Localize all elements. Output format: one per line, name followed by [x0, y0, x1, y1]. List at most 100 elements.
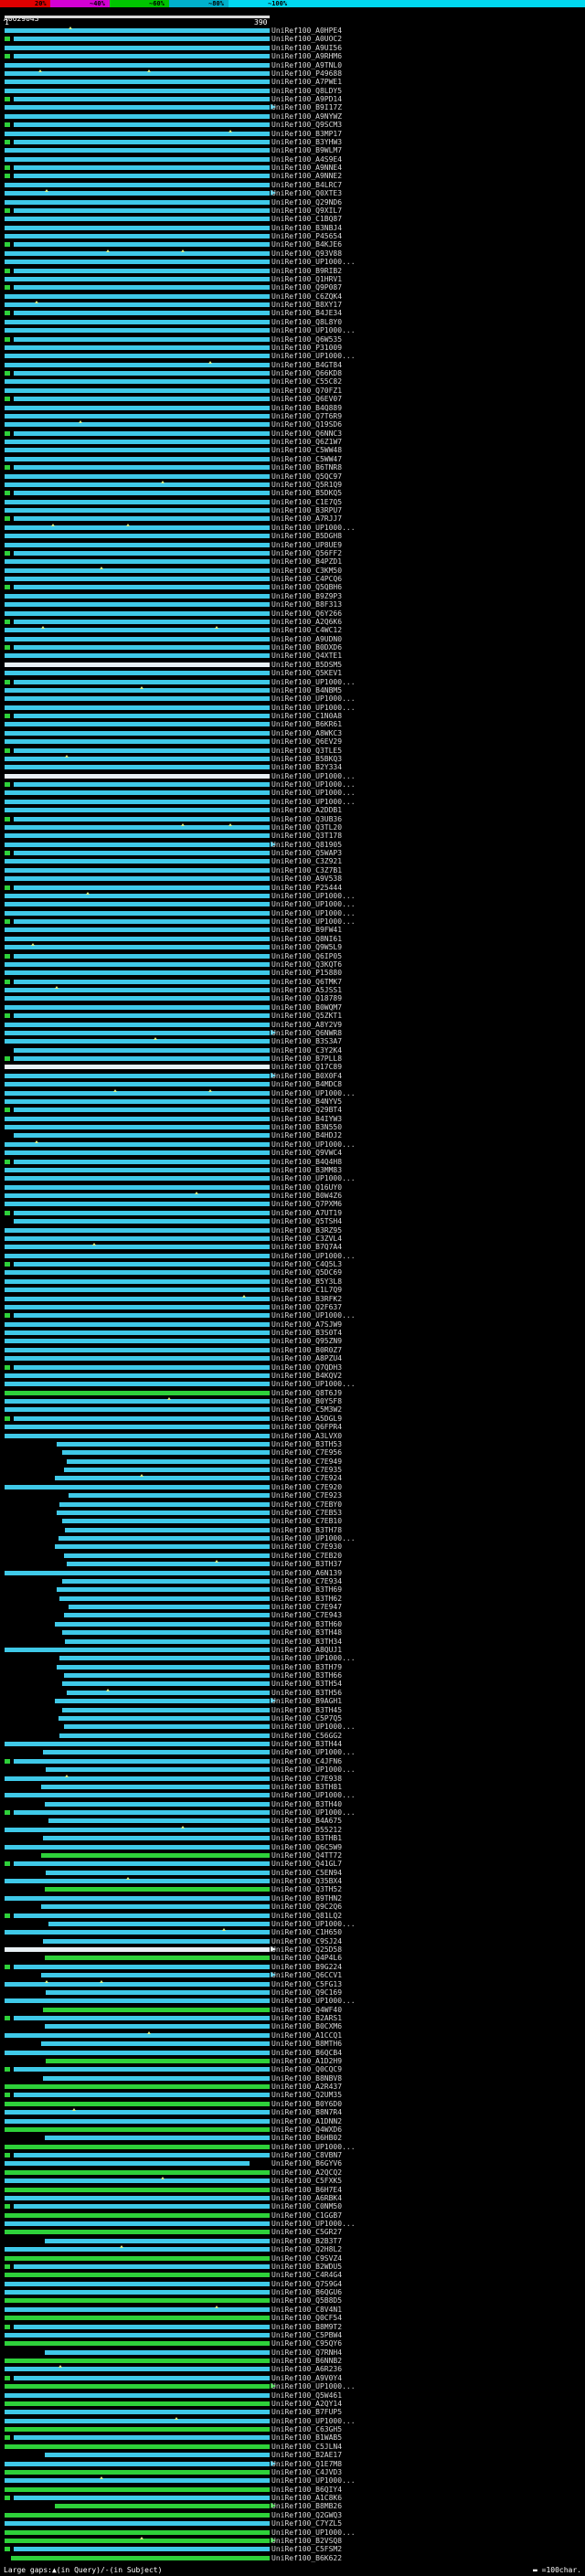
hit-bar[interactable]: [5, 508, 270, 513]
hit-label[interactable]: UniRef100_Q81905: [271, 841, 342, 849]
hit-bar[interactable]: [13, 37, 270, 42]
hit-bar[interactable]: [5, 379, 270, 385]
hit-bar[interactable]: [5, 62, 270, 68]
hit-label[interactable]: UniRef100_C55C82: [271, 377, 342, 386]
hit-bar[interactable]: [5, 1356, 270, 1362]
hit-label[interactable]: UniRef100_Q5WAP3: [271, 849, 342, 857]
hit-bar[interactable]: [63, 1468, 270, 1472]
hit-label[interactable]: UniRef100_C5PBW4: [271, 2331, 342, 2339]
hit-label[interactable]: UniRef100_Q7S9G4: [271, 2280, 342, 2288]
hit-label[interactable]: UniRef100_A2DDB1: [271, 806, 342, 814]
hit-bar[interactable]: [5, 705, 270, 710]
hit-bar[interactable]: [5, 842, 270, 847]
hit-bar[interactable]: [5, 1270, 270, 1276]
hit-bar[interactable]: [5, 2384, 270, 2390]
hit-bar[interactable]: [41, 1852, 270, 1858]
hit-bar[interactable]: [5, 2195, 270, 2200]
hit-bar[interactable]: [5, 2538, 270, 2543]
hit-label[interactable]: UniRef100_C5FG13: [271, 1980, 342, 1988]
hit-label[interactable]: UniRef100_C5JLN4: [271, 2443, 342, 2451]
hit-label[interactable]: UniRef100_UP1000...: [271, 798, 356, 806]
hit-bar[interactable]: [5, 2221, 270, 2226]
hit-label[interactable]: UniRef100_Q66KD8: [271, 369, 342, 377]
hit-label[interactable]: UniRef100_Q5DC69: [271, 1268, 342, 1277]
hit-label[interactable]: UniRef100_A9PD14: [271, 95, 342, 103]
hit-bar[interactable]: [5, 1895, 270, 1901]
hit-bar[interactable]: [5, 610, 270, 616]
hit-label[interactable]: UniRef100_Q7QDH3: [271, 1363, 342, 1372]
hit-bar[interactable]: [5, 2521, 270, 2527]
hit-label[interactable]: UniRef100_UP1000...: [271, 1920, 356, 1928]
hit-label[interactable]: UniRef100_Q95ZN9: [271, 1337, 342, 1345]
hit-bar[interactable]: [43, 1836, 270, 1841]
hit-bar[interactable]: [5, 867, 270, 873]
hit-bar[interactable]: [5, 302, 270, 307]
hit-bar[interactable]: [57, 1664, 270, 1670]
hit-bar[interactable]: [5, 636, 270, 641]
hit-bar[interactable]: [5, 687, 270, 693]
hit-label[interactable]: UniRef100_A9TNL0: [271, 61, 342, 69]
hit-label[interactable]: UniRef100_UP1000...: [271, 772, 356, 780]
hit-label[interactable]: UniRef100_C5GR27: [271, 2228, 342, 2236]
hit-label[interactable]: UniRef100_Q41GL7: [271, 1860, 342, 1868]
hit-bar[interactable]: [5, 790, 270, 796]
hit-bar[interactable]: [13, 851, 270, 855]
hit-label[interactable]: UniRef100_A9NNE4: [271, 164, 342, 172]
hit-bar[interactable]: [5, 2461, 270, 2466]
hit-bar[interactable]: [5, 1570, 270, 1575]
hit-label[interactable]: UniRef100_B4Q4H8: [271, 1158, 342, 1166]
hit-label[interactable]: UniRef100_UP1000...: [271, 2220, 356, 2228]
hit-bar[interactable]: [5, 936, 270, 941]
hit-label[interactable]: UniRef100_B7FUP5: [271, 2408, 342, 2416]
hit-bar[interactable]: [5, 156, 270, 162]
hit-label[interactable]: UniRef100_D55212: [271, 1826, 342, 1834]
hit-label[interactable]: UniRef100_B9I17Z: [271, 103, 342, 111]
hit-bar[interactable]: [13, 207, 270, 213]
hit-bar[interactable]: [5, 1930, 270, 1935]
hit-bar[interactable]: [5, 799, 270, 804]
hit-bar[interactable]: [61, 1681, 270, 1687]
hit-label[interactable]: UniRef100_Q3UB36: [271, 815, 342, 823]
hit-label[interactable]: UniRef100_Q6FPR4: [271, 1423, 342, 1431]
hit-bar[interactable]: [5, 739, 270, 745]
hit-label[interactable]: UniRef100_Q6IP05: [271, 952, 342, 960]
hit-label[interactable]: UniRef100_B2Y334: [271, 763, 342, 771]
hit-label[interactable]: UniRef100_C3KM50: [271, 567, 342, 575]
hit-bar[interactable]: [5, 833, 270, 839]
hit-label[interactable]: UniRef100_C5M3W2: [271, 1405, 342, 1414]
hit-bar[interactable]: [63, 1724, 270, 1730]
hit-label[interactable]: UniRef100_Q8T6J9: [271, 1389, 342, 1397]
hit-bar[interactable]: [5, 893, 270, 898]
hit-label[interactable]: UniRef100_B8MTH6: [271, 2040, 342, 2048]
hit-label[interactable]: UniRef100_Q4P4L6: [271, 1954, 342, 1962]
hit-label[interactable]: UniRef100_Q1E7M8: [271, 2460, 342, 2468]
hit-bar[interactable]: [5, 1339, 270, 1344]
hit-label[interactable]: UniRef100_Q5ZKT1: [271, 1012, 342, 1020]
hit-label[interactable]: UniRef100_Q0CF54: [271, 2314, 342, 2322]
hit-bar[interactable]: [13, 1159, 270, 1164]
hit-label[interactable]: UniRef100_C7E924: [271, 1474, 342, 1482]
hit-bar[interactable]: [13, 336, 270, 342]
hit-bar[interactable]: [13, 1364, 270, 1370]
hit-label[interactable]: UniRef100_A9V538: [271, 875, 342, 883]
hit-label[interactable]: UniRef100_C1H650: [271, 1928, 342, 1936]
hit-bar[interactable]: [5, 482, 270, 487]
hit-bar[interactable]: [44, 1801, 270, 1807]
hit-bar[interactable]: [5, 902, 270, 907]
hit-bar[interactable]: [5, 696, 270, 702]
hit-label[interactable]: UniRef100_A1C8K6: [271, 2494, 342, 2502]
hit-label[interactable]: UniRef100_B5DGH8: [271, 532, 342, 540]
hit-bar[interactable]: [63, 1673, 270, 1678]
hit-label[interactable]: UniRef100_B8XY17: [271, 301, 342, 309]
hit-label[interactable]: UniRef100_Q29ND6: [271, 198, 342, 207]
hit-bar[interactable]: [5, 1039, 270, 1044]
hit-label[interactable]: UniRef100_B6GYV6: [271, 2159, 342, 2168]
hit-bar[interactable]: [5, 1141, 270, 1147]
hit-bar[interactable]: [5, 996, 270, 1002]
hit-label[interactable]: UniRef100_B4KJE6: [271, 240, 342, 249]
hit-label[interactable]: UniRef100_A5DGL9: [271, 1415, 342, 1423]
hit-label[interactable]: UniRef100_B8M9T2: [271, 2323, 342, 2331]
hit-bar[interactable]: [5, 28, 270, 33]
hit-label[interactable]: UniRef100_B4NBM5: [271, 686, 342, 694]
hit-label[interactable]: UniRef100_Q4WF40: [271, 2006, 342, 2014]
